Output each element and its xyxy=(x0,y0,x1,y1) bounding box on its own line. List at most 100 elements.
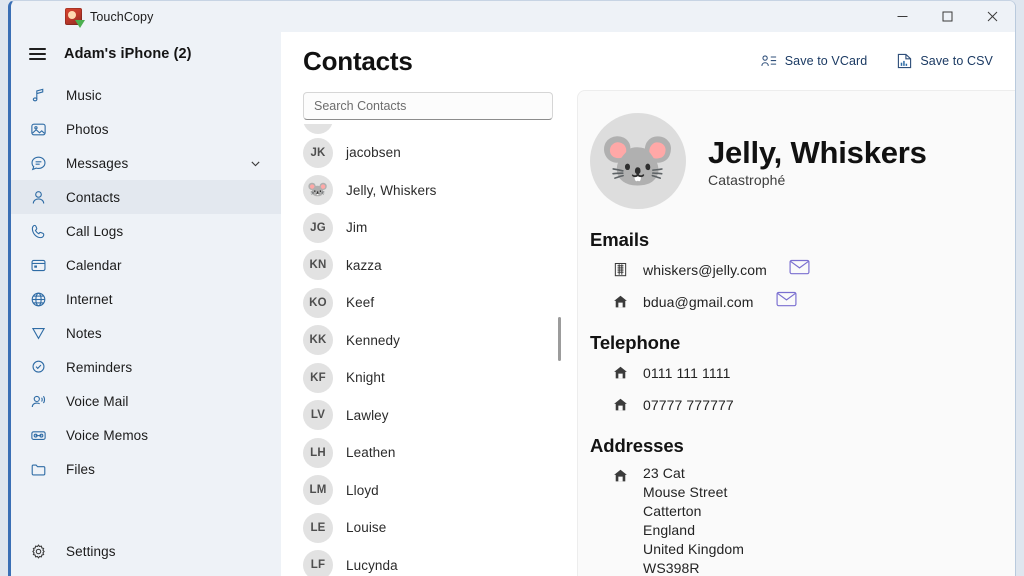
sidebar-item-label: Voice Memos xyxy=(66,428,148,443)
sidebar-item-settings[interactable]: Settings xyxy=(11,534,281,568)
page-title: Contacts xyxy=(303,46,413,77)
contact-list-item[interactable]: LE Louise xyxy=(303,509,553,547)
sidebar-item-label: Notes xyxy=(66,326,102,341)
sidebar-item-label: Music xyxy=(66,88,102,103)
contact-list-scrollbar[interactable] xyxy=(558,317,561,361)
sidebar-item-photos[interactable]: Photos xyxy=(11,112,281,146)
contact-list-item[interactable]: 🐭 Jelly, Whiskers xyxy=(303,172,553,210)
contact-name: Lawley xyxy=(346,408,389,423)
sidebar-item-internet[interactable]: Internet xyxy=(11,282,281,316)
save-to-vcard-label: Save to VCard xyxy=(785,54,868,68)
telephone-row: 07777 777777 xyxy=(590,390,1015,422)
contact-list-item[interactable]: LM Lloyd xyxy=(303,472,553,510)
building-icon xyxy=(612,255,629,277)
contact-name: kazza xyxy=(346,258,382,273)
avatar: JK xyxy=(303,138,333,168)
contact-list-item[interactable]: LV Lawley xyxy=(303,397,553,435)
csv-file-icon xyxy=(897,53,912,69)
contact-name: Lucynda xyxy=(346,558,398,573)
avatar: LE xyxy=(303,513,333,543)
contact-list-item[interactable]: KK Kennedy xyxy=(303,322,553,360)
avatar xyxy=(303,124,333,134)
search-input[interactable] xyxy=(314,99,542,113)
envelope-icon[interactable] xyxy=(789,255,810,275)
sidebar-item-label: Call Logs xyxy=(66,224,123,239)
app-window: TouchCopy Adam's iPhone (2) xyxy=(8,0,1016,576)
sidebar-item-notes[interactable]: Notes xyxy=(11,316,281,350)
contact-list-scroll[interactable]: JK jacobsen 🐭 Jelly, Whiskers JG Jim xyxy=(303,124,563,576)
address-line: United Kingdom xyxy=(643,540,744,559)
sidebar-item-label: Messages xyxy=(66,156,128,171)
house-icon xyxy=(612,461,629,483)
close-button[interactable] xyxy=(970,1,1015,32)
sidebar-item-reminders[interactable]: Reminders xyxy=(11,350,281,384)
sidebar-item-messages[interactable]: Messages xyxy=(11,146,281,180)
contact-row-partial xyxy=(303,124,553,134)
contact-detail-pane: 🐭 Jelly, Whiskers Catastrophé Emails xyxy=(577,90,1015,576)
save-to-csv-button[interactable]: Save to CSV xyxy=(897,53,993,69)
window-body: Adam's iPhone (2) Music Photos xyxy=(11,32,1015,576)
contact-list-item[interactable]: JG Jim xyxy=(303,209,553,247)
envelope-icon[interactable] xyxy=(776,287,797,307)
contact-list-item[interactable]: KO Keef xyxy=(303,284,553,322)
person-icon xyxy=(29,188,48,207)
contact-detail-header: 🐭 Jelly, Whiskers Catastrophé xyxy=(590,113,1015,209)
avatar: LH xyxy=(303,438,333,468)
sidebar-item-contacts[interactable]: Contacts xyxy=(11,180,281,214)
hamburger-icon[interactable] xyxy=(29,48,46,60)
sidebar-item-music[interactable]: Music xyxy=(11,78,281,112)
minimize-button[interactable] xyxy=(880,1,925,32)
sidebar-item-call-logs[interactable]: Call Logs xyxy=(11,214,281,248)
avatar: 🐭 xyxy=(590,113,686,209)
save-to-csv-label: Save to CSV xyxy=(920,54,993,68)
title-bar: TouchCopy xyxy=(11,1,1015,32)
section-title: Addresses xyxy=(590,435,1015,457)
contact-display-name: Jelly, Whiskers xyxy=(708,135,927,171)
email-row: bdua@gmail.com xyxy=(590,287,1015,319)
emails-section: Emails whiskers@jelly.com xyxy=(590,229,1015,319)
search-contacts-box[interactable] xyxy=(303,92,553,120)
reminder-icon xyxy=(29,358,48,377)
house-icon xyxy=(612,287,629,309)
contact-list-item[interactable]: LH Leathen xyxy=(303,434,553,472)
vcard-icon xyxy=(761,54,777,68)
contact-name: Louise xyxy=(346,520,386,535)
sidebar-item-files[interactable]: Files xyxy=(11,452,281,486)
device-name: Adam's iPhone (2) xyxy=(64,46,192,62)
avatar: LF xyxy=(303,550,333,576)
main-header: Contacts Save to VCard xyxy=(281,32,1015,84)
sidebar-item-calendar[interactable]: Calendar xyxy=(11,248,281,282)
contact-name: jacobsen xyxy=(346,145,401,160)
sidebar-item-label: Settings xyxy=(66,544,116,559)
avatar: KK xyxy=(303,325,333,355)
telephone-row: 0111 111 1111 xyxy=(590,358,1015,390)
house-icon xyxy=(612,390,629,412)
phone-icon xyxy=(29,222,48,241)
header-actions: Save to VCard Save to CS xyxy=(761,53,1001,69)
touchcopy-icon xyxy=(65,8,82,25)
contact-name: Jim xyxy=(346,220,367,235)
avatar: KF xyxy=(303,363,333,393)
address-lines: 23 Cat Mouse Street Catterton England Un… xyxy=(643,461,744,576)
sidebar: Adam's iPhone (2) Music Photos xyxy=(11,32,281,576)
music-note-icon xyxy=(29,86,48,105)
avatar: JG xyxy=(303,213,333,243)
sidebar-item-label: Calendar xyxy=(66,258,122,273)
contact-list-item[interactable]: KF Knight xyxy=(303,359,553,397)
address-line: England xyxy=(643,521,744,540)
main-content: Contacts Save to VCard xyxy=(281,32,1015,576)
contact-list-item[interactable]: LF Lucynda xyxy=(303,547,553,576)
save-to-vcard-button[interactable]: Save to VCard xyxy=(761,53,868,69)
maximize-button[interactable] xyxy=(925,1,970,32)
address-line: 23 Cat xyxy=(643,464,744,483)
voicemail-icon xyxy=(29,392,48,411)
chevron-down-icon[interactable] xyxy=(250,158,261,169)
sidebar-item-voice-mail[interactable]: Voice Mail xyxy=(11,384,281,418)
email-value: whiskers@jelly.com xyxy=(643,255,767,278)
sidebar-item-voice-memos[interactable]: Voice Memos xyxy=(11,418,281,452)
contact-name: Jelly, Whiskers xyxy=(346,183,437,198)
contact-list-item[interactable]: JK jacobsen xyxy=(303,134,553,172)
avatar: LM xyxy=(303,475,333,505)
app-title: TouchCopy xyxy=(90,10,153,24)
contact-list-item[interactable]: KN kazza xyxy=(303,247,553,285)
